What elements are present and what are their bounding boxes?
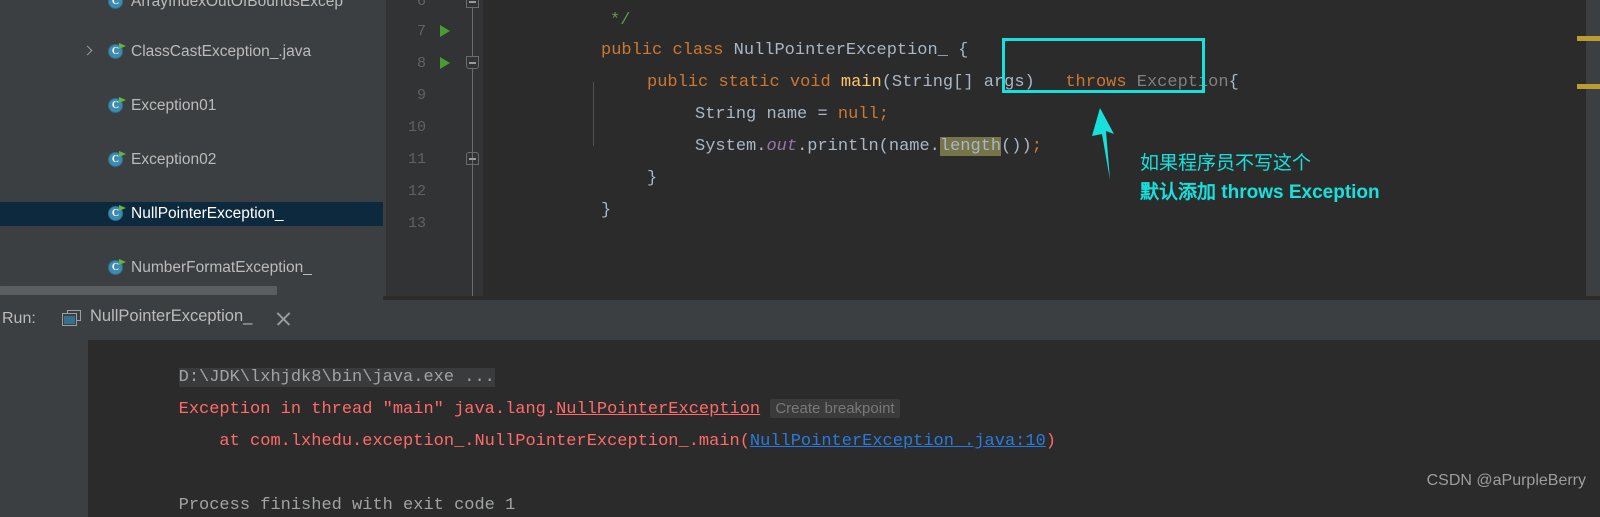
annotation-line-2: 默认添加 throws Exception: [1140, 182, 1380, 203]
code-editor[interactable]: 6 7 8 9 10 11 12 13 */ public class Null…: [383, 0, 1600, 300]
top-area: C ArrayIndexOutOfBoundsExcep C ClassCast…: [0, 0, 1600, 300]
annotation-arrow-icon: [1092, 108, 1114, 180]
annotation-line-1: 如果程序员不写这个: [1140, 153, 1312, 174]
tree-item-classcastexception[interactable]: C ClassCastException_.java: [0, 40, 383, 64]
tree-item-arrayindexoutofbounds[interactable]: C ArrayIndexOutOfBoundsExcep: [0, 0, 383, 14]
java-class-icon: C: [108, 259, 126, 277]
line-number: 11: [407, 151, 426, 168]
run-class-gutter-icon[interactable]: [440, 25, 450, 37]
java-class-icon: C: [108, 97, 126, 115]
close-icon[interactable]: [276, 311, 292, 327]
console-stacktrace-line: at com.lxhedu.exception_.NullPointerExce…: [178, 432, 1056, 451]
console-exit-line: Process finished with exit code 1: [178, 496, 516, 515]
watermark: CSDN @aPurpleBerry: [1426, 472, 1586, 489]
line-number: 8: [416, 55, 426, 72]
line-number: 10: [407, 119, 426, 136]
run-tab-label: NullPointerException_: [90, 307, 253, 325]
chevron-right-icon[interactable]: [82, 47, 93, 58]
tree-item-label: ClassCastException_.java: [131, 43, 312, 60]
fold-guide-line: [472, 165, 473, 300]
tree-item-exception01[interactable]: C Exception01: [0, 94, 383, 118]
stacktrace-file-link[interactable]: NullPointerException_.java:10: [750, 432, 1046, 451]
fold-marker-icon[interactable]: [466, 56, 479, 69]
java-class-icon: C: [108, 205, 126, 223]
warning-marker-tick: [1577, 36, 1586, 41]
tree-item-label: ArrayIndexOutOfBoundsExcep: [131, 0, 343, 10]
tree-item-exception02[interactable]: C Exception02: [0, 148, 383, 172]
tree-item-numberformatexception[interactable]: C NumberFormatException_: [0, 256, 383, 280]
java-class-icon: C: [108, 151, 126, 169]
warning-marker[interactable]: [1586, 36, 1600, 41]
java-class-icon: C: [108, 0, 125, 11]
idea-window: C ArrayIndexOutOfBoundsExcep C ClassCast…: [0, 0, 1600, 517]
warning-marker[interactable]: [1586, 84, 1600, 89]
run-label: Run:: [2, 310, 36, 327]
fold-marker-icon[interactable]: [466, 0, 479, 8]
tree-item-label: Exception02: [131, 151, 217, 168]
line-number: 6: [416, 0, 426, 10]
run-tool-window[interactable]: Run: NullPointerException_ D:\JDK\lxhjdk…: [0, 300, 1600, 517]
code-line-12: }: [601, 201, 612, 220]
warning-marker-tick: [1577, 84, 1586, 89]
line-number: 12: [407, 183, 426, 200]
tree-item-nullpointerexception[interactable]: C NullPointerException_: [0, 202, 383, 226]
line-number: 9: [416, 87, 426, 104]
identifier-highlight: length: [939, 137, 1002, 156]
line-number: 7: [416, 23, 426, 40]
project-tree-panel[interactable]: C ArrayIndexOutOfBoundsExcep C ClassCast…: [0, 0, 383, 300]
line-number: 13: [407, 215, 426, 232]
tree-item-label: Exception01: [131, 97, 217, 114]
project-hscrollbar-thumb[interactable]: [0, 286, 277, 295]
tree-item-label: NumberFormatException_: [131, 259, 312, 276]
code-line-10: System.out.println(name.length());: [695, 137, 1042, 156]
editor-marker-gutter[interactable]: [1586, 0, 1600, 300]
editor-gutter[interactable]: 6 7 8 9 10 11 12 13: [386, 0, 483, 300]
java-class-icon: C: [108, 43, 126, 61]
fold-guide-line: [472, 8, 473, 56]
run-method-gutter-icon[interactable]: [440, 57, 450, 69]
tree-item-label: NullPointerException_: [131, 205, 284, 222]
run-configuration-icon: [62, 310, 82, 327]
annotation-highlight-box: [1002, 38, 1205, 93]
run-header: Run: NullPointerException_: [0, 300, 1600, 340]
fold-marker-icon[interactable]: [466, 152, 479, 165]
console-output[interactable]: D:\JDK\lxhjdk8\bin\java.exe ... Exceptio…: [88, 340, 1600, 517]
